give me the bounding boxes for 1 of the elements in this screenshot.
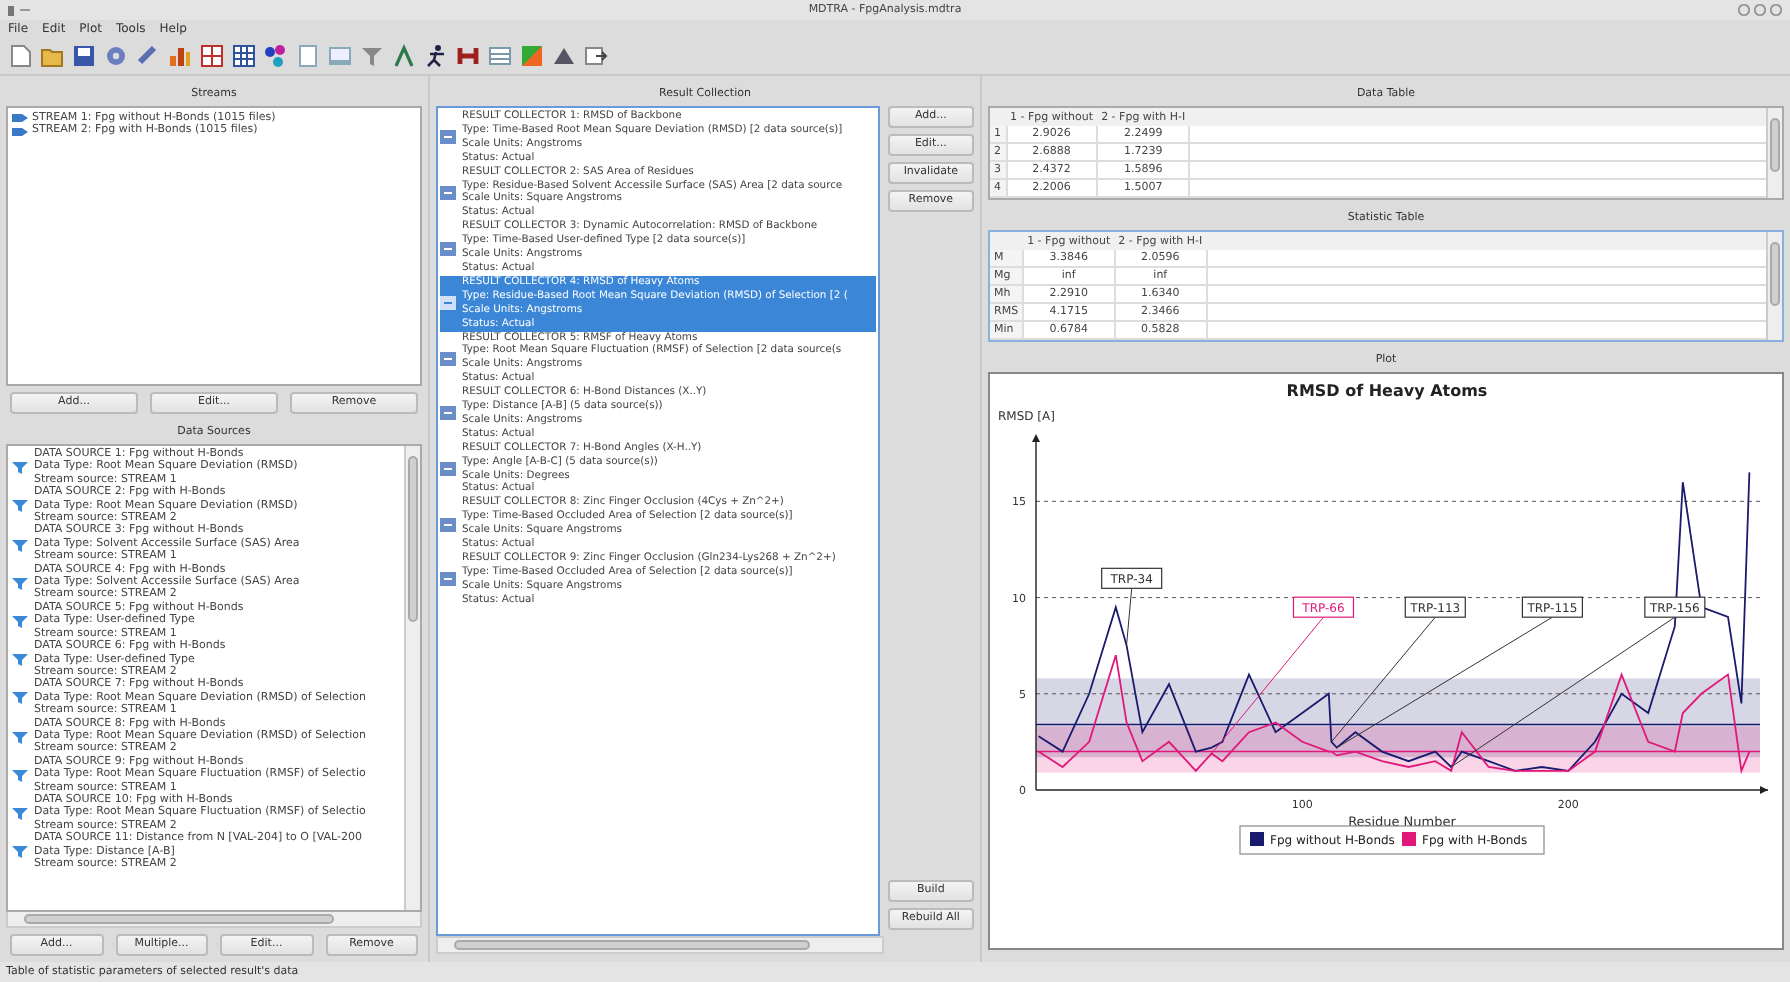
chart-title: RMSD of Heavy Atoms — [1285, 382, 1487, 400]
